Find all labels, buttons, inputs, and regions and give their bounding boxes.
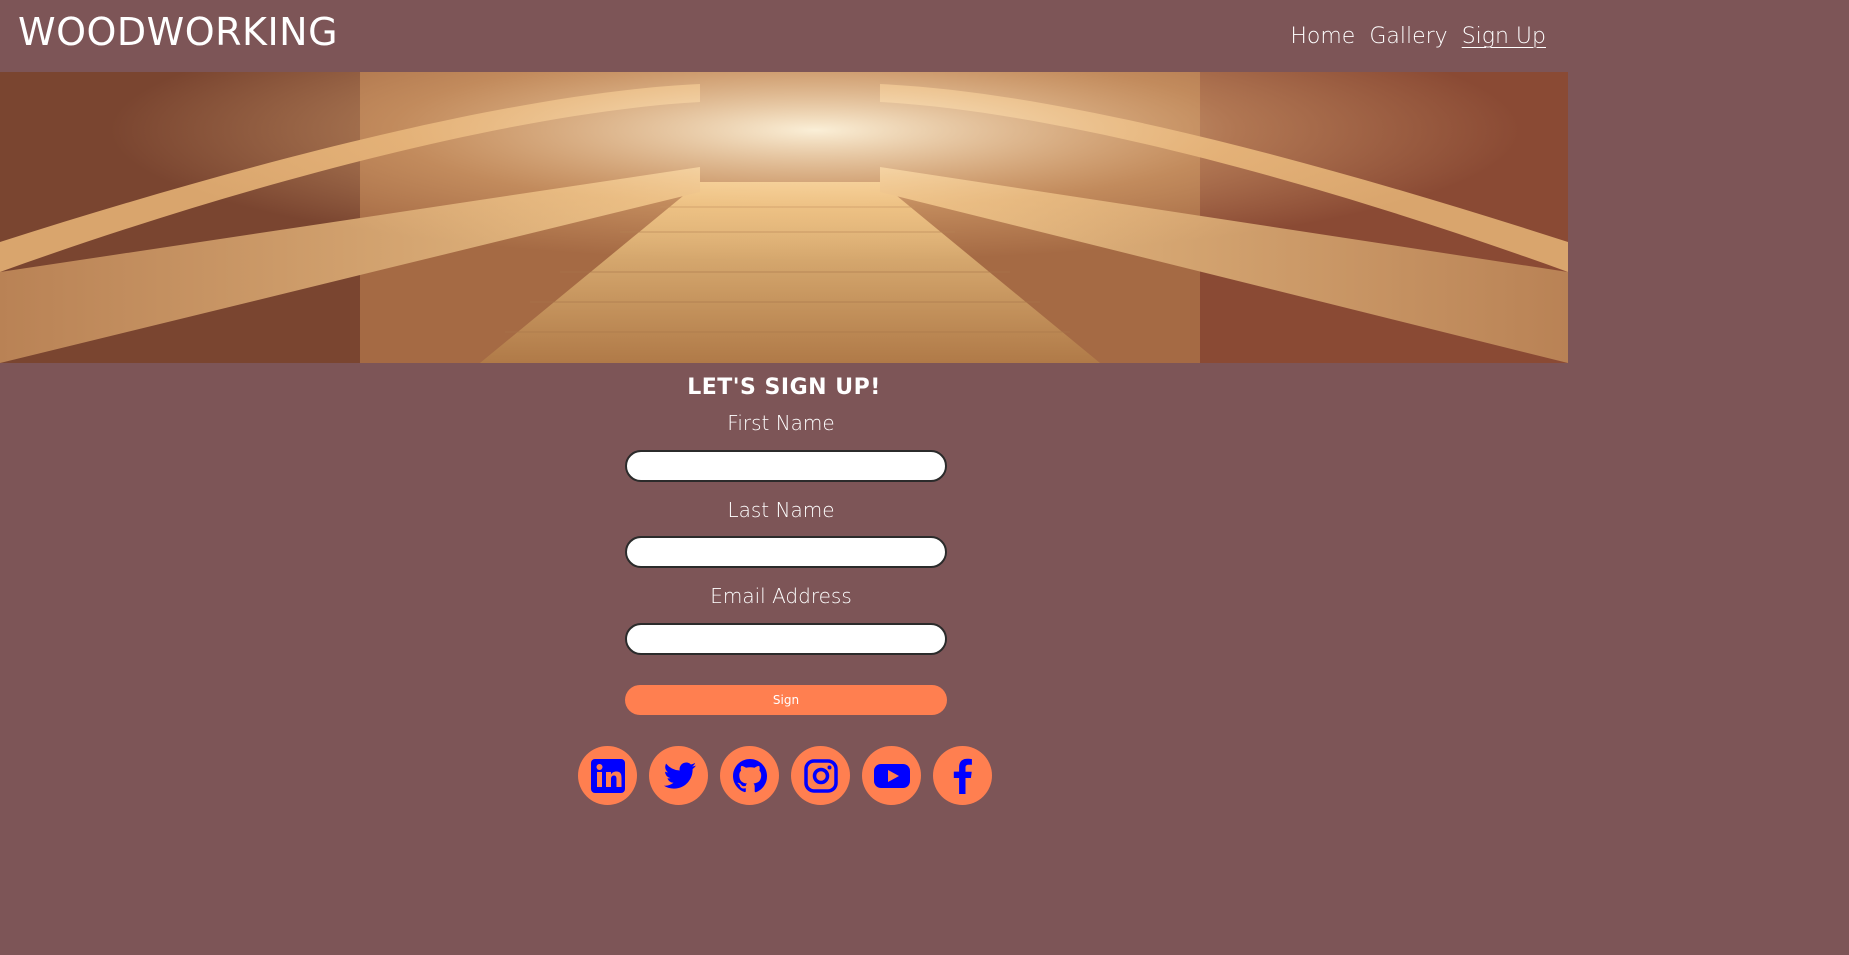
nav-signup-link[interactable]: Sign Up [1462, 22, 1546, 52]
sign-button[interactable]: Sign [625, 685, 947, 715]
youtube-icon [873, 763, 910, 788]
twitter-icon [663, 761, 696, 789]
linkedin-icon [590, 758, 625, 793]
last-name-input[interactable] [625, 536, 947, 568]
first-name-label: First Name [727, 411, 835, 435]
bridge-illustration [0, 72, 1568, 363]
instagram-icon [803, 758, 838, 793]
site-header: WOODWORKING Home Gallery Sign Up [0, 0, 1568, 72]
linkedin-link[interactable] [578, 746, 637, 805]
twitter-link[interactable] [649, 746, 708, 805]
facebook-icon [953, 758, 972, 794]
youtube-link[interactable] [862, 746, 921, 805]
form-title: LET'S SIGN UP! [687, 375, 881, 400]
main-nav: Home Gallery Sign Up [1290, 22, 1546, 52]
social-links [578, 746, 992, 805]
nav-gallery-link[interactable]: Gallery [1369, 22, 1447, 52]
github-link[interactable] [720, 746, 779, 805]
first-name-input[interactable] [625, 450, 947, 482]
facebook-link[interactable] [933, 746, 992, 805]
instagram-link[interactable] [791, 746, 850, 805]
site-logo[interactable]: WOODWORKING [18, 10, 338, 54]
last-name-label: Last Name [727, 498, 835, 522]
email-label: Email Address [710, 584, 852, 608]
github-icon [732, 758, 767, 792]
email-input[interactable] [625, 623, 947, 655]
nav-home-link[interactable]: Home [1290, 22, 1355, 52]
hero-bridge-image [0, 72, 1568, 363]
